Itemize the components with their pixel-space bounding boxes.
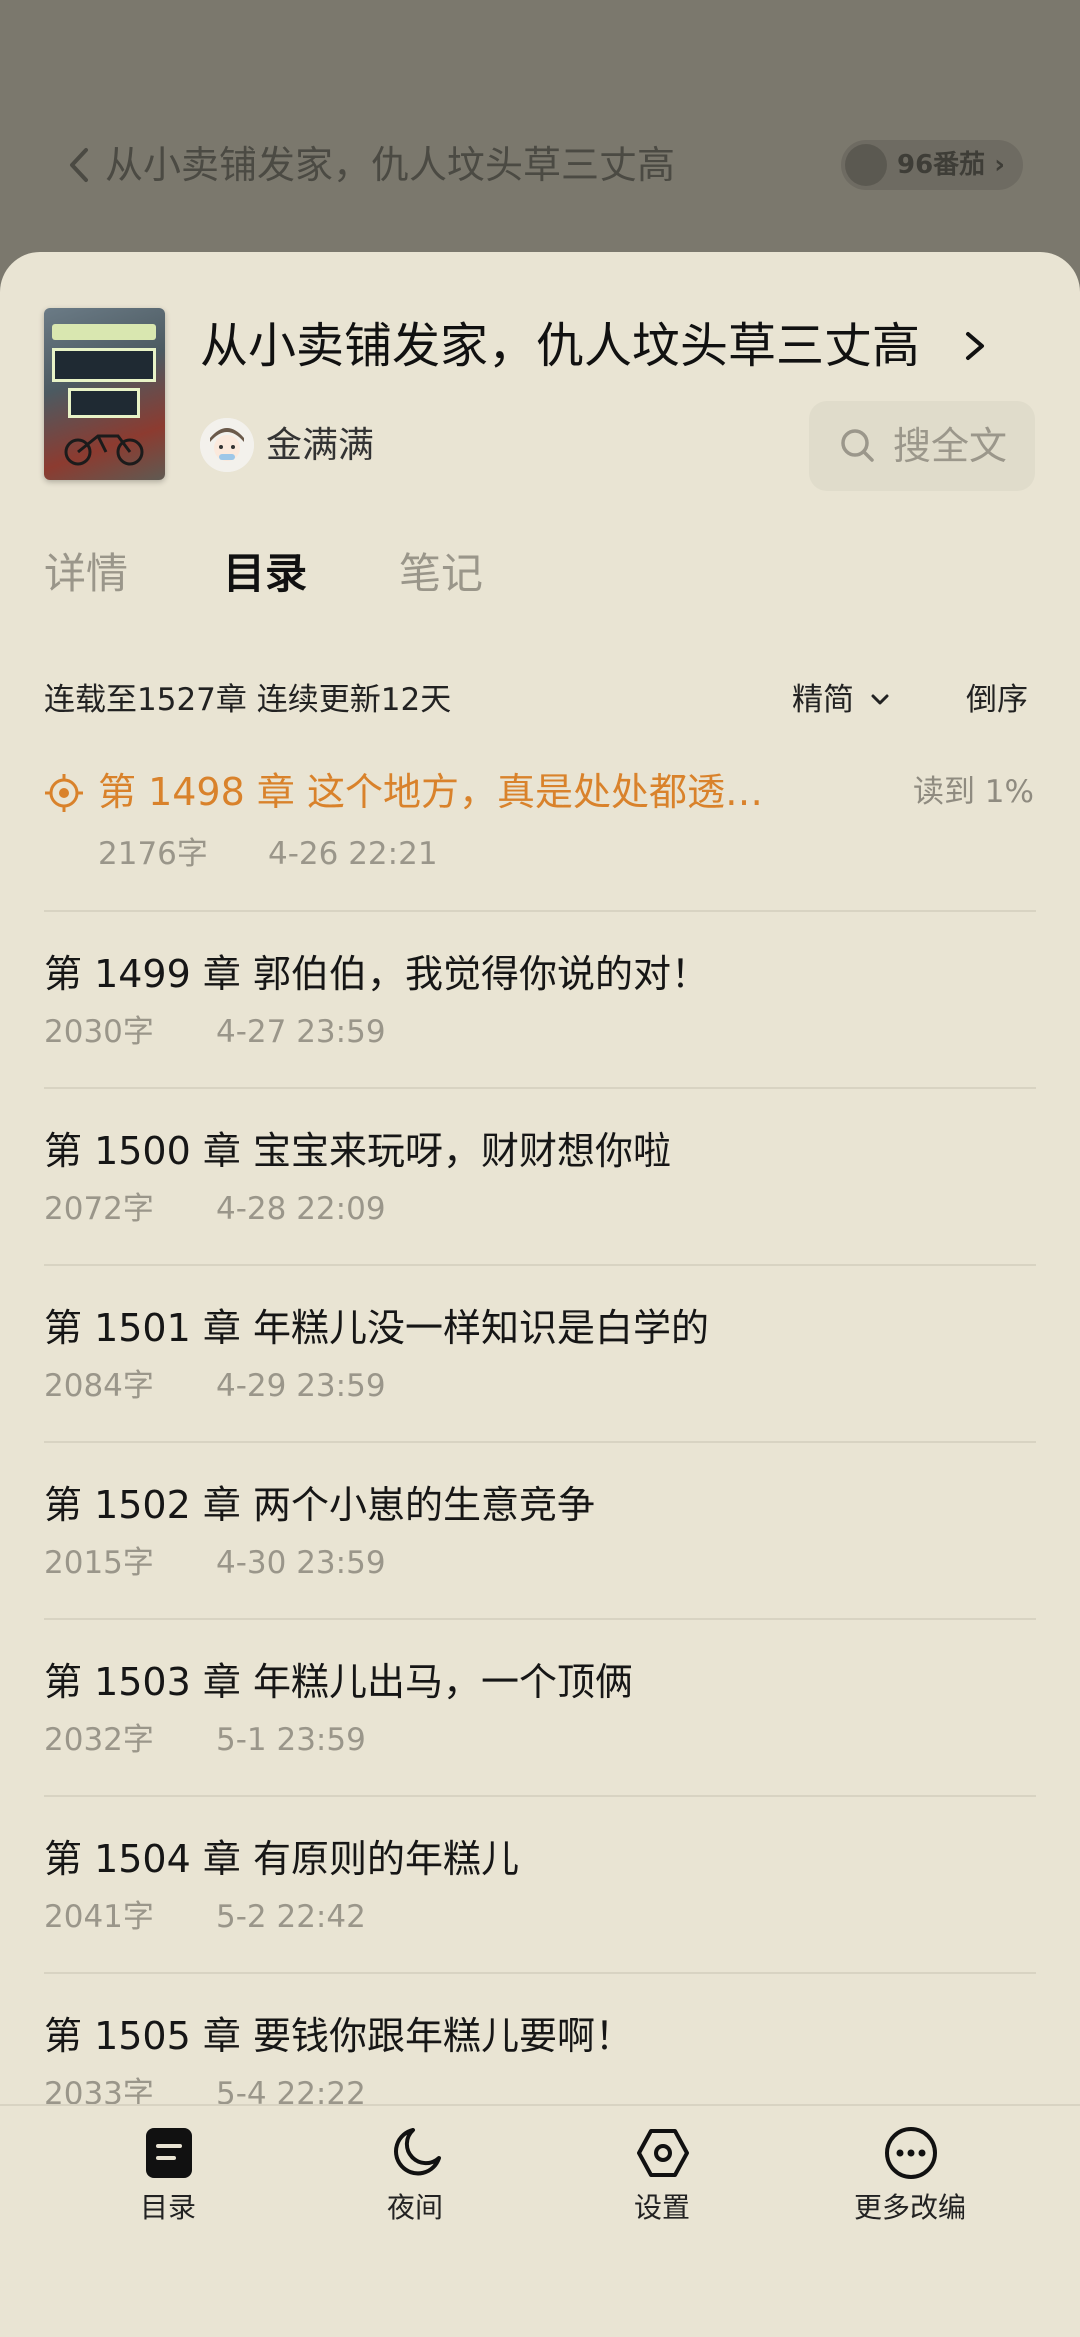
nav-night-button[interactable]: 夜间 [315,2106,515,2266]
nav-settings-label: 设置 [633,2191,690,2224]
tomato-count: 96番茄 [897,150,986,180]
nav-catalog-label: 目录 [139,2191,196,2224]
chapter-row[interactable]: 第 1500 章 宝宝来玩呀，财财想你啦 2072字 4-28 22:09 [44,1087,1036,1266]
simplified-toggle[interactable]: 精简 [792,678,854,722]
chevron-down-icon[interactable] [868,688,892,712]
reader-header: 从小卖铺发家，仇人坟头草三丈高 96番茄 › [0,0,1080,260]
more-icon [885,2127,937,2179]
tab-notes[interactable]: 笔记 [399,544,483,604]
chapter-date: 4-28 22:09 [216,1191,386,1227]
current-chapter-title: 第 1498 章 这个地方，真是处处都透… [98,770,763,814]
chapter-date: 4-29 23:59 [216,1368,386,1404]
chapter-word-count: 2015字 [44,1545,154,1581]
author-avatar[interactable] [200,418,254,472]
search-fulltext-button[interactable]: 搜全文 [809,401,1035,491]
tab-catalog[interactable]: 目录 [223,544,307,604]
chapter-word-count: 2030字 [44,1014,154,1050]
locate-icon [45,774,83,812]
tomato-pill[interactable]: 96番茄 › [841,140,1023,190]
read-progress: 读到 1% [912,774,1034,810]
nav-catalog-button[interactable]: 目录 [68,2106,268,2266]
settings-icon [637,2129,689,2177]
chapter-row[interactable]: 第 1502 章 两个小崽的生意竞争 2015字 4-30 23:59 [44,1441,1036,1620]
search-icon [841,429,874,462]
chapter-row[interactable]: 第 1499 章 郭伯伯，我觉得你说的对！ 2030字 4-27 23:59 [44,910,1036,1089]
chevron-right-icon[interactable] [960,328,990,364]
chapter-date: 4-30 23:59 [216,1545,386,1581]
chapter-title: 第 1505 章 要钱你跟年糕儿要啊！ [44,2014,633,2058]
chapter-title: 第 1502 章 两个小崽的生意竞争 [44,1483,595,1527]
chapter-word-count: 2084字 [44,1368,154,1404]
avatar-icon [200,418,254,472]
chapter-title: 第 1500 章 宝宝来玩呀，财财想你啦 [44,1129,671,1173]
chapter-title: 第 1499 章 郭伯伯，我觉得你说的对！ [44,952,709,996]
nav-night-label: 夜间 [386,2191,443,2224]
reader-title: 从小卖铺发家，仇人坟头草三丈高 [105,143,676,187]
reverse-order-button[interactable]: 倒序 [966,678,1028,722]
bottom-toolbar: 目录 夜间 设置 更多改编 [0,2104,1080,2337]
nav-more-label: 更多改编 [853,2191,966,2224]
chapter-title: 第 1501 章 年糕儿没一样知识是白学的 [44,1306,709,1350]
chapter-date: 5-1 23:59 [216,1722,366,1758]
toc-icon [146,2128,192,2178]
search-fulltext-label: 搜全文 [893,424,1008,468]
book-cover[interactable] [44,308,165,480]
chapter-title: 第 1504 章 有原则的年糕儿 [44,1837,519,1881]
chevron-right-icon: › [994,150,1005,180]
nav-settings-button[interactable]: 设置 [562,2106,762,2266]
chapter-row[interactable]: 第 1503 章 年糕儿出马，一个顶俩 2032字 5-1 23:59 [44,1618,1036,1797]
chapter-date: 5-2 22:42 [216,1899,366,1935]
chapter-title: 第 1503 章 年糕儿出马，一个顶俩 [44,1660,633,1704]
tomato-icon [845,144,887,186]
current-chapter-row[interactable]: 第 1498 章 这个地方，真是处处都透… 读到 1% 2176字 4-26 2… [0,752,1080,912]
chapter-word-count: 2041字 [44,1899,154,1935]
back-arrow-icon[interactable] [60,140,100,190]
nav-more-button[interactable]: 更多改编 [810,2106,1010,2266]
chapter-word-count: 2032字 [44,1722,154,1758]
moon-icon [394,2128,441,2176]
chapter-row[interactable]: 第 1504 章 有原则的年糕儿 2041字 5-2 22:42 [44,1795,1036,1974]
book-title[interactable]: 从小卖铺发家，仇人坟头草三丈高 [200,316,920,376]
bicycle-icon [64,434,144,466]
catalog-sheet: 从小卖铺发家，仇人坟头草三丈高 金满满 搜全文 详情 目录 笔记 连载至1527… [0,252,1080,2337]
author-name[interactable]: 金满满 [266,422,374,470]
chapter-word-count: 2176字 [98,836,208,872]
chapter-date: 4-27 23:59 [216,1014,386,1050]
chapter-word-count: 2072字 [44,1191,154,1227]
chapter-row[interactable]: 第 1501 章 年糕儿没一样知识是白学的 2084字 4-29 23:59 [44,1264,1036,1443]
tab-details[interactable]: 详情 [44,544,128,604]
serial-status: 连载至1527章 连续更新12天 [44,682,452,718]
chapter-date: 4-26 22:21 [268,836,438,872]
